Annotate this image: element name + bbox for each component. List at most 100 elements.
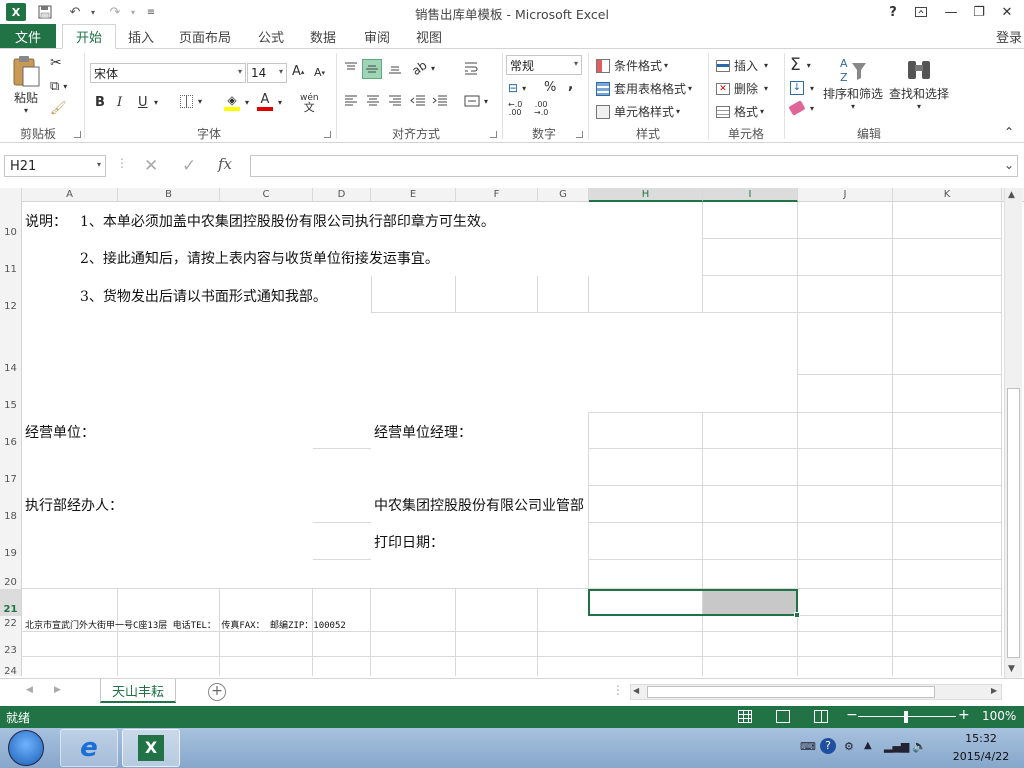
help-tray-icon[interactable]: ? bbox=[820, 738, 836, 754]
column-header-g[interactable]: G bbox=[538, 188, 589, 202]
next-sheet-icon[interactable]: ▶ bbox=[54, 685, 61, 695]
orientation-button[interactable]: ab ▾ bbox=[409, 58, 435, 78]
column-header-h[interactable]: H bbox=[589, 188, 703, 202]
wrap-text-button[interactable] bbox=[464, 61, 480, 75]
fill-color-button[interactable]: ◈ ▾ bbox=[224, 93, 249, 111]
align-center-button[interactable] bbox=[366, 95, 380, 107]
row-header[interactable]: 24 bbox=[0, 657, 22, 676]
conditional-formatting-button[interactable]: 条件格式 ▾ bbox=[596, 57, 668, 74]
align-top-button[interactable] bbox=[344, 61, 358, 75]
excel-taskbar-icon[interactable]: X bbox=[122, 729, 180, 767]
insert-function-button[interactable]: fx bbox=[218, 155, 232, 173]
font-name-select[interactable]: 宋体 ▾ bbox=[90, 63, 246, 83]
start-button-icon[interactable] bbox=[8, 730, 44, 766]
fill-handle[interactable] bbox=[794, 612, 800, 618]
keyboard-icon[interactable]: ⌨ bbox=[800, 740, 816, 753]
collapse-ribbon-icon[interactable]: ⌃ bbox=[1004, 125, 1014, 139]
bold-button[interactable]: B bbox=[95, 95, 105, 110]
number-format-select[interactable]: 常规 ▾ bbox=[506, 55, 582, 75]
format-as-table-button[interactable]: 套用表格格式 ▾ bbox=[596, 80, 692, 97]
scroll-right-icon[interactable]: ▶ bbox=[991, 686, 997, 695]
tab-split-grip-icon[interactable]: ⋮ bbox=[612, 683, 624, 697]
scroll-left-icon[interactable]: ◀ bbox=[633, 686, 639, 695]
format-cells-button[interactable]: 格式 ▾ bbox=[716, 103, 764, 120]
clear-button[interactable]: ▾ bbox=[788, 100, 814, 116]
column-header-k[interactable]: K bbox=[893, 188, 1002, 202]
restore-icon[interactable]: ❐ bbox=[966, 2, 992, 22]
merge-center-button[interactable]: ▾ bbox=[464, 95, 488, 107]
increase-indent-button[interactable] bbox=[432, 95, 448, 107]
tab-data[interactable]: 数据 bbox=[300, 24, 346, 48]
tab-review[interactable]: 审阅 bbox=[354, 24, 400, 48]
autosum-button[interactable]: Σ ▾ bbox=[790, 55, 811, 75]
tab-insert[interactable]: 插入 bbox=[118, 24, 164, 48]
increase-decimal-button[interactable]: ←.0.00 bbox=[508, 101, 522, 117]
new-sheet-icon[interactable]: + bbox=[208, 683, 226, 701]
borders-button[interactable]: ▾ bbox=[180, 95, 202, 108]
page-break-view-icon[interactable] bbox=[814, 710, 828, 723]
scroll-down-icon[interactable]: ▼ bbox=[1008, 664, 1015, 674]
column-header-a[interactable]: A bbox=[22, 188, 118, 202]
row-header[interactable]: 14 bbox=[0, 313, 22, 375]
row-header[interactable]: 22 bbox=[0, 616, 22, 632]
tab-home[interactable]: 开始 bbox=[62, 24, 116, 49]
tab-file[interactable]: 文件 bbox=[0, 24, 56, 48]
row-header[interactable]: 15 bbox=[0, 375, 22, 412]
cut-button[interactable]: ✂ bbox=[50, 55, 62, 71]
font-launcher-icon[interactable] bbox=[324, 131, 331, 138]
tab-page-layout[interactable]: 页面布局 bbox=[170, 24, 240, 48]
insert-cells-button[interactable]: 插入 ▾ bbox=[716, 57, 768, 74]
decrease-decimal-button[interactable]: .00 →.0 bbox=[534, 101, 548, 117]
scroll-up-icon[interactable]: ▲ bbox=[1008, 190, 1015, 200]
decrease-indent-button[interactable] bbox=[410, 95, 426, 107]
network-icon[interactable]: ▂▄▆ bbox=[884, 740, 909, 753]
copy-button[interactable]: ⧉ ▾ bbox=[50, 79, 67, 94]
row-header[interactable]: 18 bbox=[0, 486, 22, 523]
formula-input[interactable] bbox=[250, 155, 1018, 177]
grow-font-button[interactable]: A ▴ bbox=[292, 64, 304, 79]
minimize-icon[interactable]: — bbox=[938, 2, 964, 22]
column-header-d[interactable]: D bbox=[313, 188, 371, 202]
column-header-e[interactable]: E bbox=[371, 188, 456, 202]
italic-button[interactable]: I bbox=[117, 95, 122, 110]
row-header[interactable]: 11 bbox=[0, 239, 22, 276]
accounting-format-button[interactable]: ⊟ ▾ bbox=[508, 81, 526, 95]
fill-button[interactable]: ↓ ▾ bbox=[790, 81, 814, 95]
login-link[interactable]: 登录 bbox=[996, 27, 1022, 46]
row-header[interactable]: 19 bbox=[0, 523, 22, 560]
phonetic-guide-button[interactable]: wén 文 bbox=[300, 93, 319, 113]
ribbon-display-options-icon[interactable] bbox=[908, 2, 934, 22]
align-middle-button[interactable] bbox=[362, 59, 382, 79]
worksheet-grid[interactable]: 10 11 12 14 15 16 17 18 19 20 21 22 23 2… bbox=[0, 202, 1002, 676]
number-launcher-icon[interactable] bbox=[576, 131, 583, 138]
align-left-button[interactable] bbox=[344, 95, 358, 107]
delete-cells-button[interactable]: ✕ 删除 ▾ bbox=[716, 80, 768, 97]
zoom-in-icon[interactable]: + bbox=[958, 707, 970, 723]
row-header[interactable]: 20 bbox=[0, 560, 22, 589]
zoom-out-icon[interactable]: − bbox=[846, 707, 858, 723]
column-header-b[interactable]: B bbox=[118, 188, 220, 202]
zoom-level[interactable]: 100% bbox=[982, 709, 1016, 723]
active-cell-h21[interactable] bbox=[588, 589, 798, 616]
column-header-c[interactable]: C bbox=[220, 188, 313, 202]
tab-view[interactable]: 视图 bbox=[406, 24, 452, 48]
clock-date[interactable]: 2015/4/22 bbox=[940, 750, 1022, 763]
enter-icon[interactable]: ✓ bbox=[182, 156, 196, 176]
prev-sheet-icon[interactable]: ◀ bbox=[26, 685, 33, 695]
zoom-slider-thumb[interactable] bbox=[904, 711, 908, 723]
align-bottom-button[interactable] bbox=[388, 61, 402, 75]
close-icon[interactable]: ✕ bbox=[994, 2, 1020, 22]
normal-view-icon[interactable] bbox=[738, 710, 752, 723]
vertical-scrollbar[interactable]: ▲ ▼ bbox=[1004, 188, 1022, 678]
column-header-j[interactable]: J bbox=[798, 188, 893, 202]
horizontal-scrollbar[interactable]: ◀ ▶ bbox=[630, 684, 1002, 700]
find-select-button[interactable]: 查找和选择 ▾ bbox=[888, 55, 950, 111]
clock-time[interactable]: 15:32 bbox=[940, 732, 1022, 745]
align-right-button[interactable] bbox=[388, 95, 402, 107]
column-header-i[interactable]: I bbox=[703, 188, 798, 202]
ime-tray-icon[interactable]: ⚙ bbox=[844, 740, 854, 753]
cancel-icon[interactable]: ✕ bbox=[144, 156, 158, 176]
format-painter-button[interactable]: 🖌 bbox=[50, 101, 67, 116]
row-header[interactable]: 16 bbox=[0, 412, 22, 449]
comma-style-button[interactable]: , bbox=[568, 77, 573, 93]
